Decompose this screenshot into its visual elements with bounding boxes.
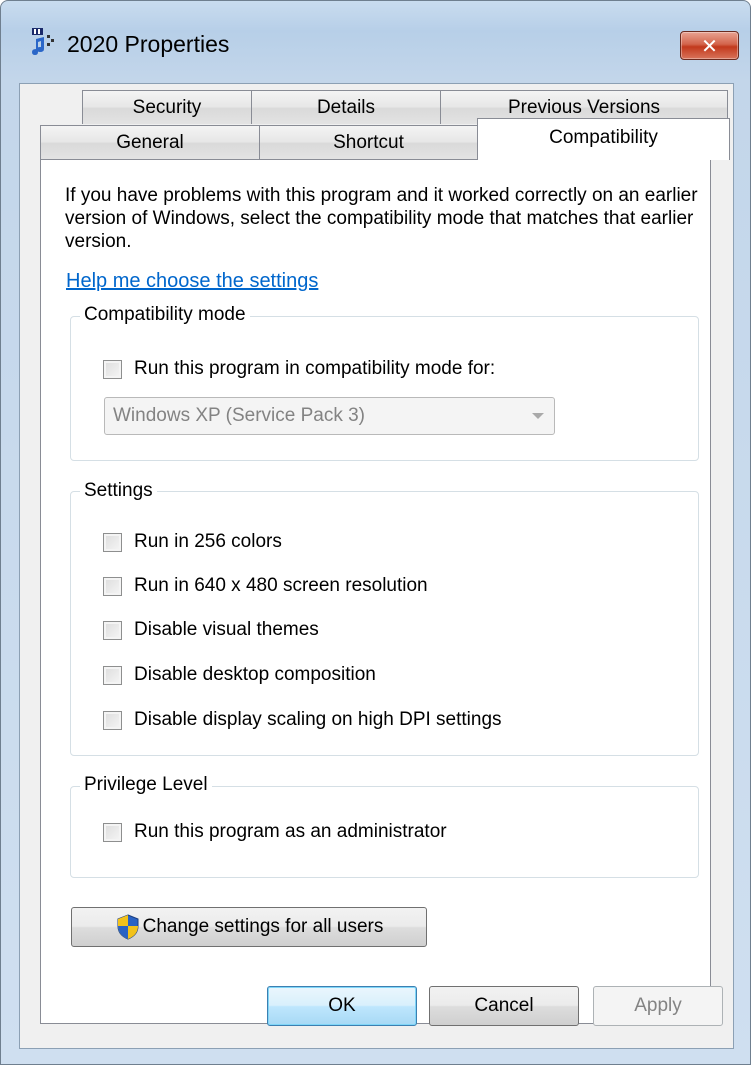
tab-general[interactable]: General (40, 125, 260, 159)
tab-label: Previous Versions (507, 96, 661, 118)
tab-label: Compatibility (549, 127, 658, 148)
checkbox-label: Run this program in compatibility mode f… (134, 358, 496, 379)
run-256-colors-checkbox[interactable] (103, 533, 122, 552)
title-bar[interactable]: 2020 Properties ✕ (1, 1, 750, 83)
group-label: Settings (80, 480, 157, 502)
button-label: Cancel (474, 995, 534, 1016)
tab-shortcut[interactable]: Shortcut (259, 125, 478, 159)
help-link[interactable]: Help me choose the settings (66, 270, 318, 293)
intro-text: If you have problems with this program a… (65, 185, 698, 252)
checkbox-label: Run this program as an administrator (134, 821, 447, 842)
checkbox-label: Run in 256 colors (134, 531, 282, 552)
tab-compatibility[interactable]: Compatibility (477, 118, 730, 160)
checkbox-label: Run in 640 x 480 screen resolution (134, 575, 428, 596)
tab-label: Shortcut (333, 131, 404, 153)
tab-label: General (116, 131, 184, 153)
disable-desktop-composition-checkbox[interactable] (103, 666, 122, 685)
tab-security[interactable]: Security (82, 90, 252, 124)
disable-visual-themes-checkbox[interactable] (103, 621, 122, 640)
checkbox-label: Disable desktop composition (134, 664, 376, 685)
group-label: Compatibility mode (80, 304, 250, 326)
uac-shield-icon (117, 914, 139, 940)
change-settings-all-users-button[interactable]: Change settings for all users (71, 907, 427, 947)
button-label: Change settings for all users (142, 916, 384, 937)
music-file-icon (32, 28, 54, 55)
checkbox-label: Disable visual themes (134, 619, 319, 640)
cancel-button[interactable]: Cancel (429, 986, 579, 1026)
close-button[interactable]: ✕ (680, 31, 739, 60)
run-640x480-checkbox[interactable] (103, 577, 122, 596)
chevron-down-icon (532, 413, 544, 419)
dropdown-value: Windows XP (Service Pack 3) (113, 405, 366, 426)
tab-details[interactable]: Details (251, 90, 441, 124)
dialog-client-area: Security Details Previous Versions Gener… (19, 83, 734, 1049)
tab-label: Details (316, 96, 376, 118)
apply-button[interactable]: Apply (593, 986, 723, 1026)
button-label: OK (328, 995, 356, 1016)
checkbox-label: Disable display scaling on high DPI sett… (134, 709, 502, 730)
ok-button[interactable]: OK (267, 986, 417, 1026)
group-label: Privilege Level (80, 774, 212, 796)
window-title: 2020 Properties (67, 31, 230, 57)
compatibility-mode-checkbox[interactable] (103, 360, 122, 379)
run-as-admin-checkbox[interactable] (103, 823, 122, 842)
button-label: Apply (634, 995, 682, 1016)
compatibility-mode-dropdown[interactable]: Windows XP (Service Pack 3) (104, 397, 555, 435)
properties-dialog: 2020 Properties ✕ Security Details Previ… (0, 0, 751, 1065)
disable-dpi-scaling-checkbox[interactable] (103, 711, 122, 730)
close-icon: ✕ (701, 33, 718, 58)
compatibility-mode-group (70, 316, 699, 461)
tab-label: Security (132, 96, 202, 118)
